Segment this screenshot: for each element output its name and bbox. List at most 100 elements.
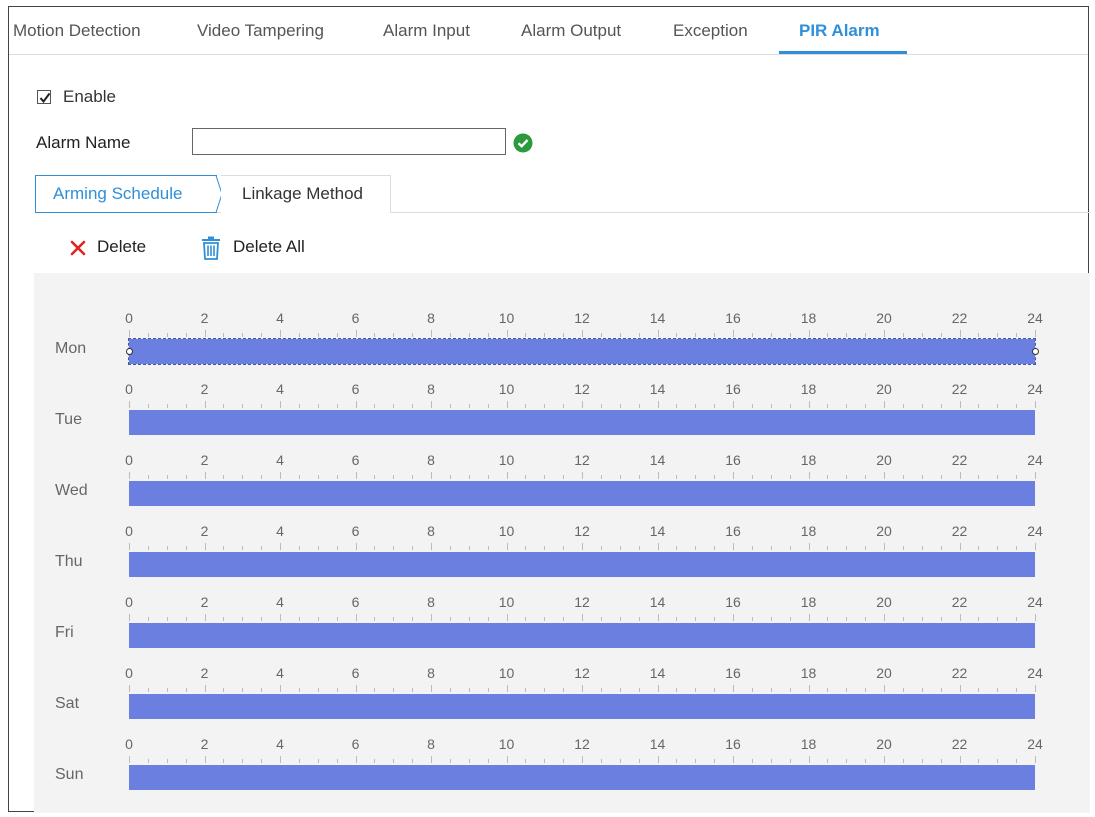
arming-schedule-grid[interactable]: 0 2 4 6 8 10 12 14 16 18 20 22 24 Mon 0 2 4 6 8 10 12 14 16 18 2…	[34, 273, 1090, 813]
ruler-tick	[978, 333, 980, 337]
tab-pir-alarm[interactable]: PIR Alarm	[799, 21, 880, 41]
ruler-tick	[393, 404, 395, 408]
ruler-tick	[185, 759, 187, 763]
alarm-name-input[interactable]	[192, 128, 506, 155]
ruler-tick	[449, 333, 451, 337]
ruler-tick	[657, 472, 659, 479]
ruler-tick	[355, 543, 357, 550]
tab-alarm-output[interactable]: Alarm Output	[521, 21, 621, 41]
ruler-tick	[525, 546, 527, 550]
schedule-bar-wed[interactable]	[129, 481, 1035, 506]
ruler-tick	[431, 330, 432, 337]
schedule-bar-sun[interactable]	[129, 765, 1035, 790]
ruler-tick	[921, 475, 923, 479]
delete-all-button[interactable]: Delete All	[233, 237, 305, 257]
ruler-tick	[1035, 472, 1036, 479]
ruler-tick	[449, 404, 451, 408]
ruler-tick	[563, 333, 565, 337]
ruler-tick	[997, 404, 999, 408]
ruler-tick	[393, 759, 395, 763]
tab-motion-detection[interactable]: Motion Detection	[13, 21, 141, 41]
ruler-tick	[751, 546, 753, 550]
ruler-tick	[733, 472, 734, 479]
ruler-tick	[978, 759, 980, 763]
ruler-tick	[355, 685, 357, 692]
schedule-bar-sat[interactable]	[129, 694, 1035, 719]
ruler-tick	[355, 330, 357, 337]
ruler-tick	[959, 543, 961, 550]
ruler-tick	[808, 401, 810, 408]
ruler-tick	[676, 617, 678, 621]
ruler-tick	[129, 401, 130, 408]
ruler-tick	[204, 472, 206, 479]
ruler-tick	[997, 617, 999, 621]
ruler-tick	[619, 546, 621, 550]
schedule-bar-thu[interactable]	[129, 552, 1035, 577]
hour-tick-label: 14	[649, 594, 666, 610]
hour-tick-label: 6	[351, 594, 360, 610]
tab-alarm-input[interactable]: Alarm Input	[383, 21, 470, 41]
hour-tick-label: 16	[725, 523, 741, 539]
subtab-linkage-method-label[interactable]: Linkage Method	[242, 184, 363, 204]
ruler-tick	[298, 333, 300, 337]
x-icon[interactable]	[69, 239, 87, 257]
ruler-tick	[525, 404, 527, 408]
day-label: Thu	[55, 553, 83, 570]
ruler-tick	[355, 614, 357, 621]
ruler-tick	[129, 614, 130, 621]
tab-exception[interactable]: Exception	[673, 21, 748, 41]
schedule-bar-fri[interactable]	[129, 623, 1035, 648]
subtab-arming-schedule-label[interactable]: Arming Schedule	[53, 184, 182, 204]
ruler-tick	[242, 546, 244, 550]
ruler-tick	[431, 685, 432, 692]
schedule-bar-tue[interactable]	[129, 410, 1035, 435]
ruler-tick	[129, 685, 130, 692]
ruler-tick	[808, 685, 810, 692]
hour-tick-label: 12	[574, 736, 590, 752]
hour-tick-label: 12	[574, 452, 590, 468]
ruler-tick	[223, 617, 225, 621]
bar-start-handle[interactable]	[126, 348, 133, 355]
ruler-tick	[166, 404, 168, 408]
ruler-tick	[827, 759, 829, 763]
ruler-tick	[468, 475, 470, 479]
ruler-tick	[638, 617, 640, 621]
delete-button[interactable]: Delete	[97, 237, 146, 257]
ruler-tick	[525, 475, 527, 479]
hour-tick-label: 24	[1027, 523, 1043, 539]
ruler-tick	[940, 546, 942, 550]
ruler-tick	[1016, 475, 1018, 479]
ruler-tick	[940, 404, 942, 408]
ruler-tick	[808, 543, 810, 550]
ruler-tick	[657, 685, 659, 692]
ruler-tick	[808, 614, 810, 621]
ruler-tick	[129, 472, 130, 479]
ruler-tick	[336, 333, 338, 337]
ruler-tick	[846, 333, 848, 337]
hour-tick-label: 16	[725, 665, 741, 681]
ruler-tick	[525, 688, 527, 692]
hour-tick-label: 6	[351, 381, 360, 397]
ruler-tick	[657, 401, 659, 408]
ruler-tick	[733, 330, 734, 337]
hour-tick-label: 20	[876, 452, 892, 468]
ruler-tick	[997, 333, 999, 337]
hour-tick-label: 10	[498, 594, 515, 610]
trash-icon[interactable]	[200, 236, 222, 260]
ruler-tick	[978, 617, 980, 621]
bar-end-handle[interactable]	[1032, 348, 1039, 355]
ruler-tick	[506, 401, 508, 408]
ruler-tick	[638, 688, 640, 692]
hour-tick-label: 24	[1027, 594, 1043, 610]
ruler-tick	[280, 614, 281, 621]
hour-tick-label: 20	[876, 310, 892, 326]
hour-tick-label: 14	[649, 736, 666, 752]
tab-video-tampering[interactable]: Video Tampering	[197, 21, 324, 41]
ruler-tick	[374, 404, 376, 408]
schedule-bar-mon[interactable]	[128, 338, 1036, 365]
ruler-tick	[1016, 617, 1018, 621]
enable-checkbox[interactable]	[37, 90, 51, 104]
hour-tick-label: 0	[125, 736, 133, 752]
hour-tick-label: 14	[649, 523, 666, 539]
ruler-tick	[997, 475, 999, 479]
